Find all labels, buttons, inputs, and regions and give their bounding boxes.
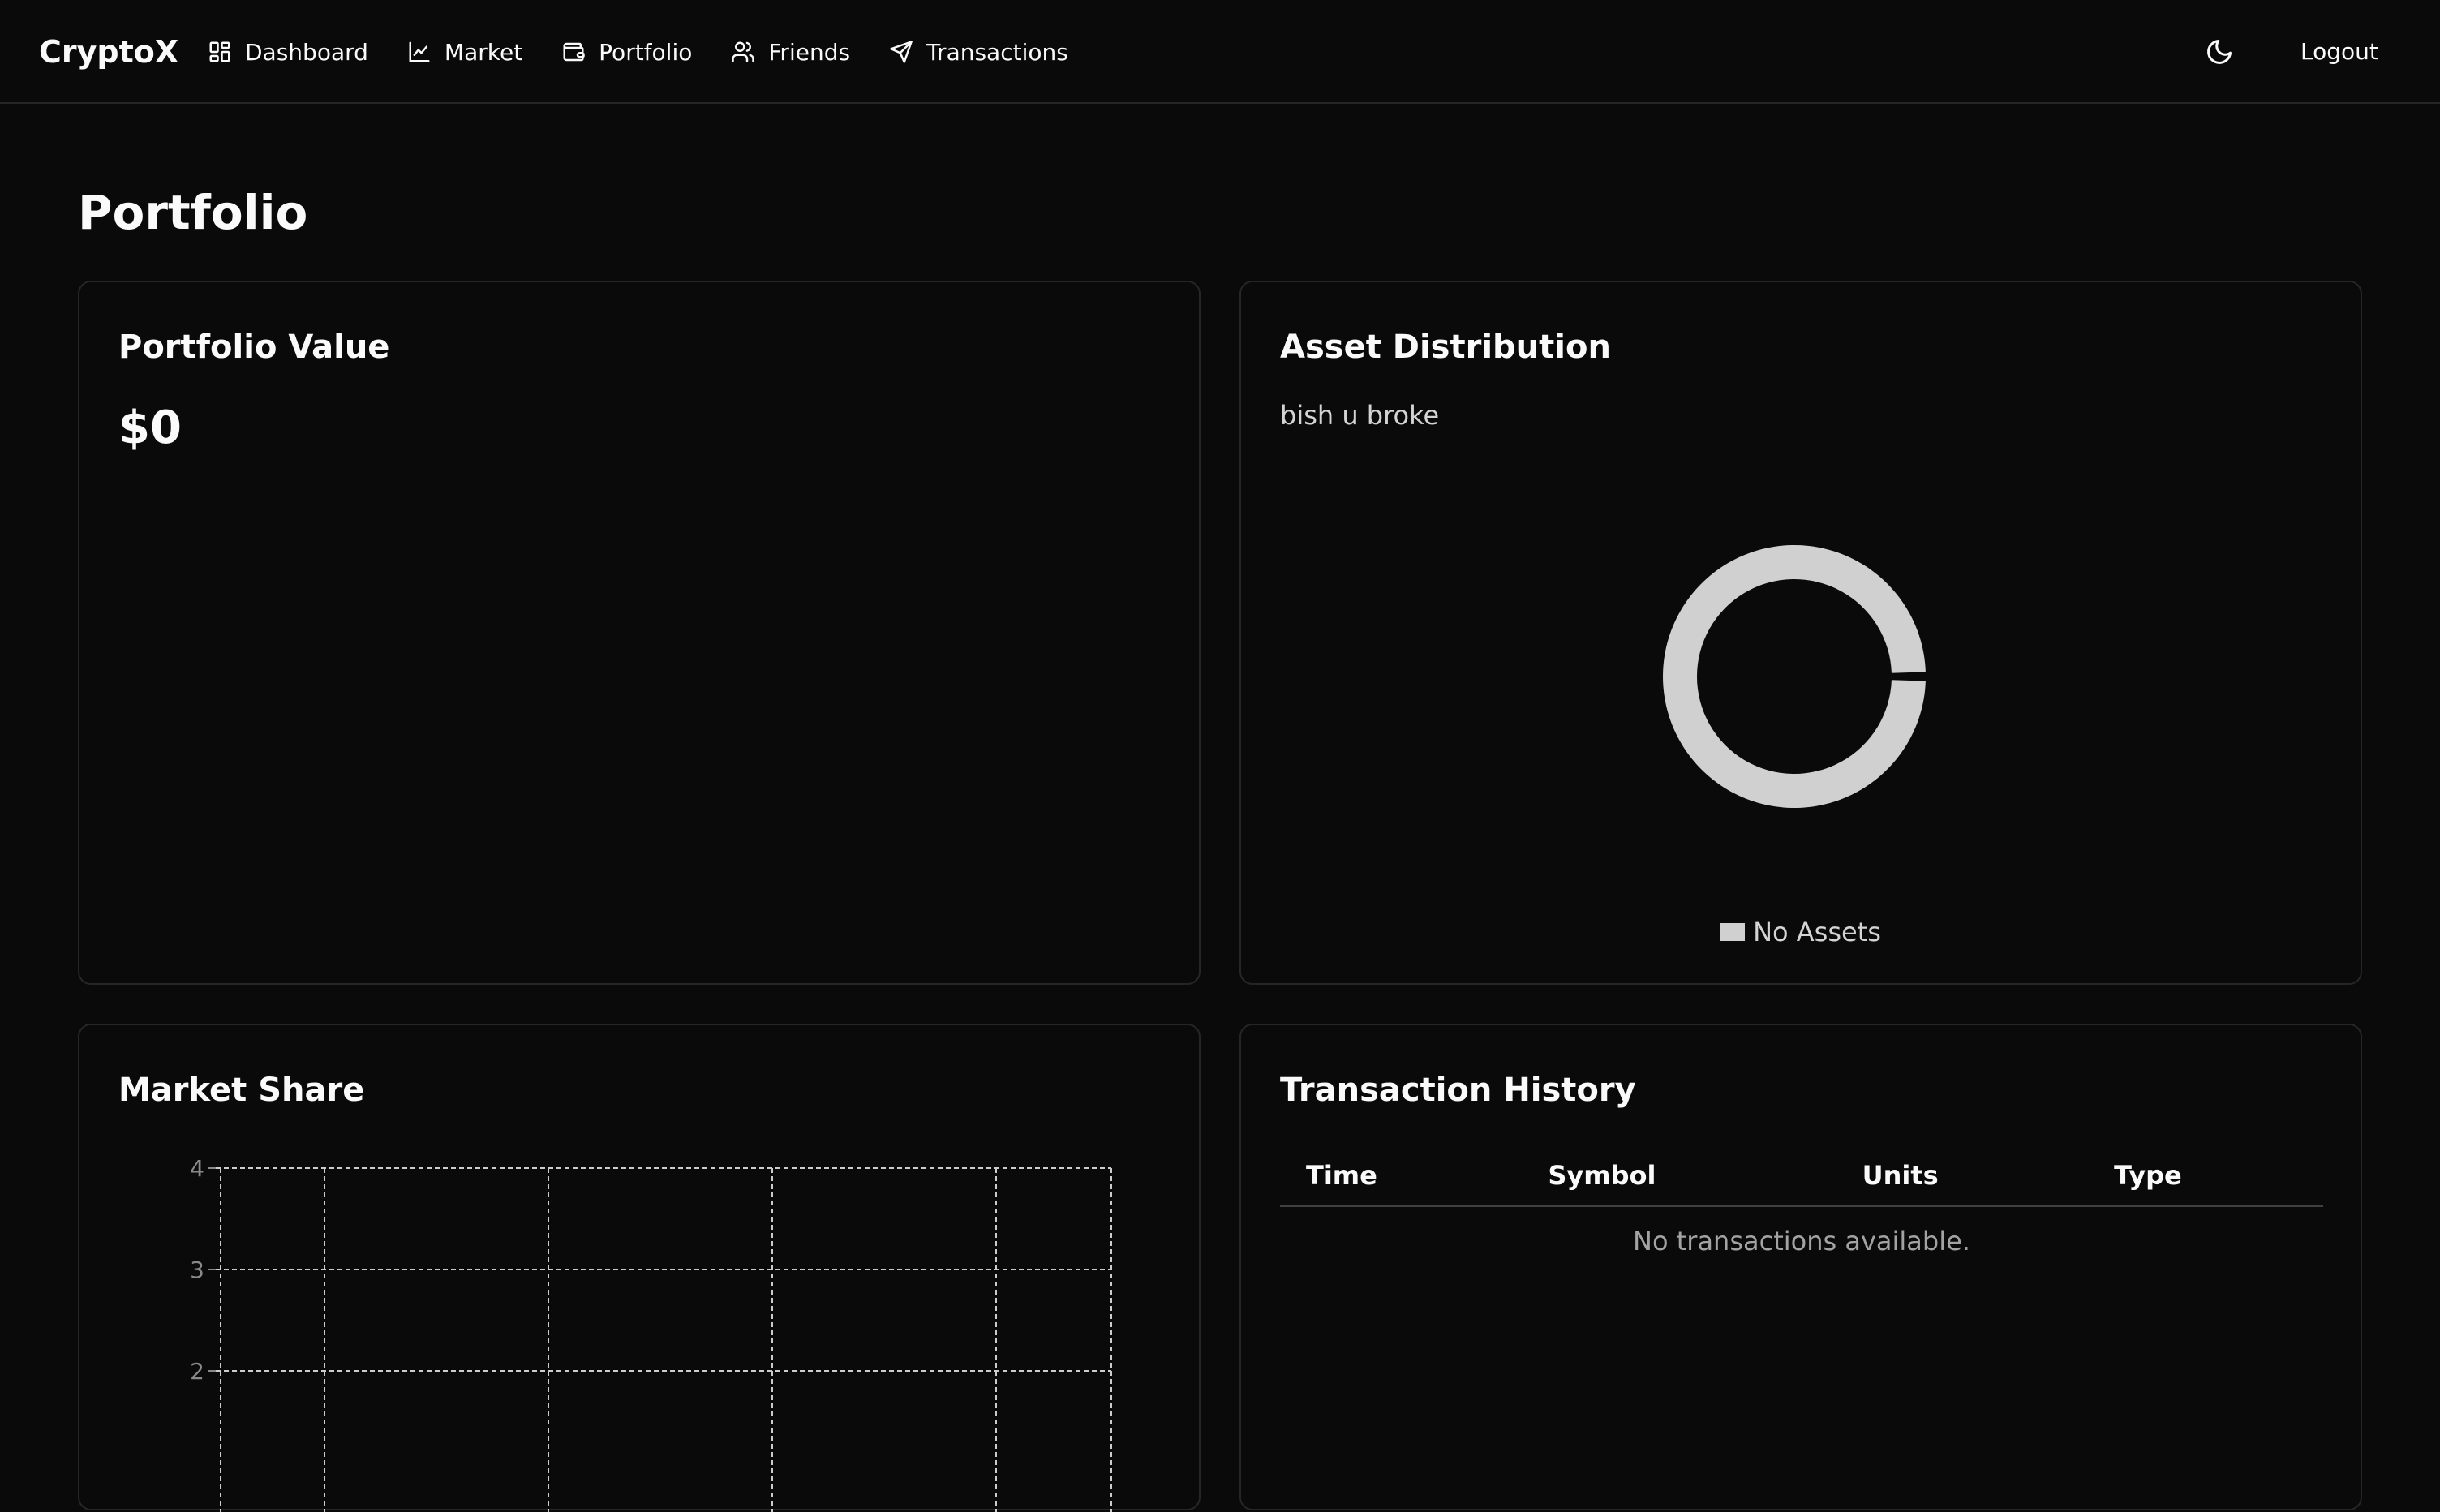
transaction-table: Time Symbol Units Type No transactions a… <box>1280 1145 2323 1275</box>
nav-item-dashboard[interactable]: Dashboard <box>208 39 368 66</box>
market-share-chart: 4 3 2 <box>190 1155 1112 1512</box>
logout-button[interactable]: Logout <box>2281 32 2398 71</box>
column-header-type: Type <box>2088 1145 2323 1207</box>
portfolio-value-amount: $0 <box>118 402 182 454</box>
y-axis-tick-label: 2 <box>190 1358 204 1385</box>
table-row: No transactions available. <box>1280 1206 2323 1275</box>
chart-line-icon <box>409 41 430 62</box>
donut-slice[interactable] <box>1663 545 1926 808</box>
main-nav: Dashboard Market Portfolio Friends Trans… <box>208 32 1107 71</box>
nav-label-dashboard: Dashboard <box>245 38 368 66</box>
nav-item-friends[interactable]: Friends <box>731 39 850 66</box>
empty-state-message: No transactions available. <box>1633 1226 1970 1256</box>
top-navbar: CryptoX Dashboard Market Portfolio Frien… <box>0 0 2440 104</box>
legend-swatch <box>1720 923 1746 941</box>
brand-logo[interactable]: CryptoX <box>39 31 178 73</box>
wallet-icon <box>563 42 585 62</box>
transaction-history-card: Transaction History Time Symbol Units Ty… <box>1239 1024 2362 1510</box>
legend-label: No Assets <box>1753 917 1881 947</box>
chart-legend[interactable]: No Assets <box>1241 917 2361 947</box>
asset-distribution-description: bish u broke <box>1280 400 1440 431</box>
column-header-time: Time <box>1280 1145 1523 1207</box>
nav-item-transactions[interactable]: Transactions <box>889 39 1068 66</box>
moon-icon <box>2207 40 2232 64</box>
send-icon <box>890 41 913 63</box>
asset-distribution-title: Asset Distribution <box>1280 329 1611 366</box>
users-icon <box>732 41 755 62</box>
table-header-row: Time Symbol Units Type <box>1280 1145 2323 1207</box>
page-title: Portfolio <box>78 185 308 240</box>
nav-label-transactions: Transactions <box>926 38 1068 66</box>
portfolio-value-title: Portfolio Value <box>118 329 390 366</box>
nav-label-portfolio: Portfolio <box>599 38 693 66</box>
market-share-card: Market Share 432 <box>78 1024 1201 1512</box>
nav-label-friends: Friends <box>768 38 851 66</box>
theme-toggle-button[interactable] <box>2200 32 2239 71</box>
nav-label-market: Market <box>444 38 523 66</box>
transaction-history-title: Transaction History <box>1280 1072 1636 1109</box>
nav-item-portfolio[interactable]: Portfolio <box>561 39 692 66</box>
nav-item-market[interactable]: Market <box>407 39 522 66</box>
asset-donut-chart <box>1663 545 1926 808</box>
asset-distribution-card: Asset Distribution bish u broke No Asset… <box>1239 281 2362 985</box>
portfolio-value-card: Portfolio Value $0 <box>78 281 1201 985</box>
y-axis-tick-label: 3 <box>190 1256 204 1283</box>
column-header-symbol: Symbol <box>1522 1145 1836 1207</box>
y-axis-tick-label: 4 <box>190 1155 204 1182</box>
column-header-units: Units <box>1836 1145 2089 1207</box>
dashboard-icon <box>209 41 230 62</box>
